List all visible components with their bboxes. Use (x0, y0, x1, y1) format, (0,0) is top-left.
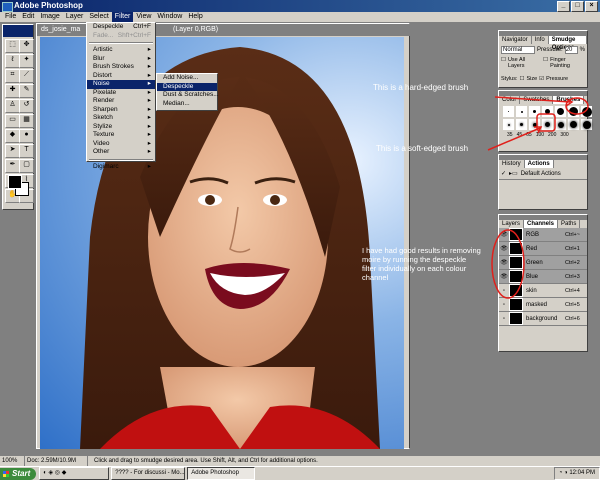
status-hint: Click and drag to smudge desired area. U… (94, 458, 318, 464)
taskbar-item-browser[interactable]: ???? - For discussi - Mo... (111, 467, 186, 480)
system-tray: ◔ ◑ 12:04 PM (553, 467, 600, 480)
hard-brush-arrow (494, 96, 571, 103)
statusbar: 100% Doc: 2.59M/10.9M Click and drag to … (0, 456, 600, 466)
hard-brush-note: This is a hard-edged brush (373, 83, 469, 92)
hard-brush-circle (565, 97, 589, 115)
start-button[interactable]: Start (0, 467, 37, 480)
channels-circle (491, 229, 525, 299)
quicklaunch-icons[interactable]: ◐ ◈ ◎ ◆ (39, 467, 110, 480)
despeckle-note: I have had good results in removing moir… (362, 246, 481, 282)
status-zoom[interactable]: 100% (0, 456, 25, 466)
status-doc-size[interactable]: Doc: 2.59M/10.9M (25, 456, 88, 466)
soft-brush-note: This is a soft-edged brush (376, 144, 469, 153)
clock: 12:04 PM (569, 470, 595, 476)
taskbar: Start ◐ ◈ ◎ ◆ ???? - For discussi - Mo..… (0, 466, 600, 480)
tray-icons[interactable]: ◔ ◑ (559, 470, 570, 476)
taskbar-item-photoshop[interactable]: Adobe Photoshop (187, 467, 256, 480)
annotation-overlay (487, 96, 589, 299)
